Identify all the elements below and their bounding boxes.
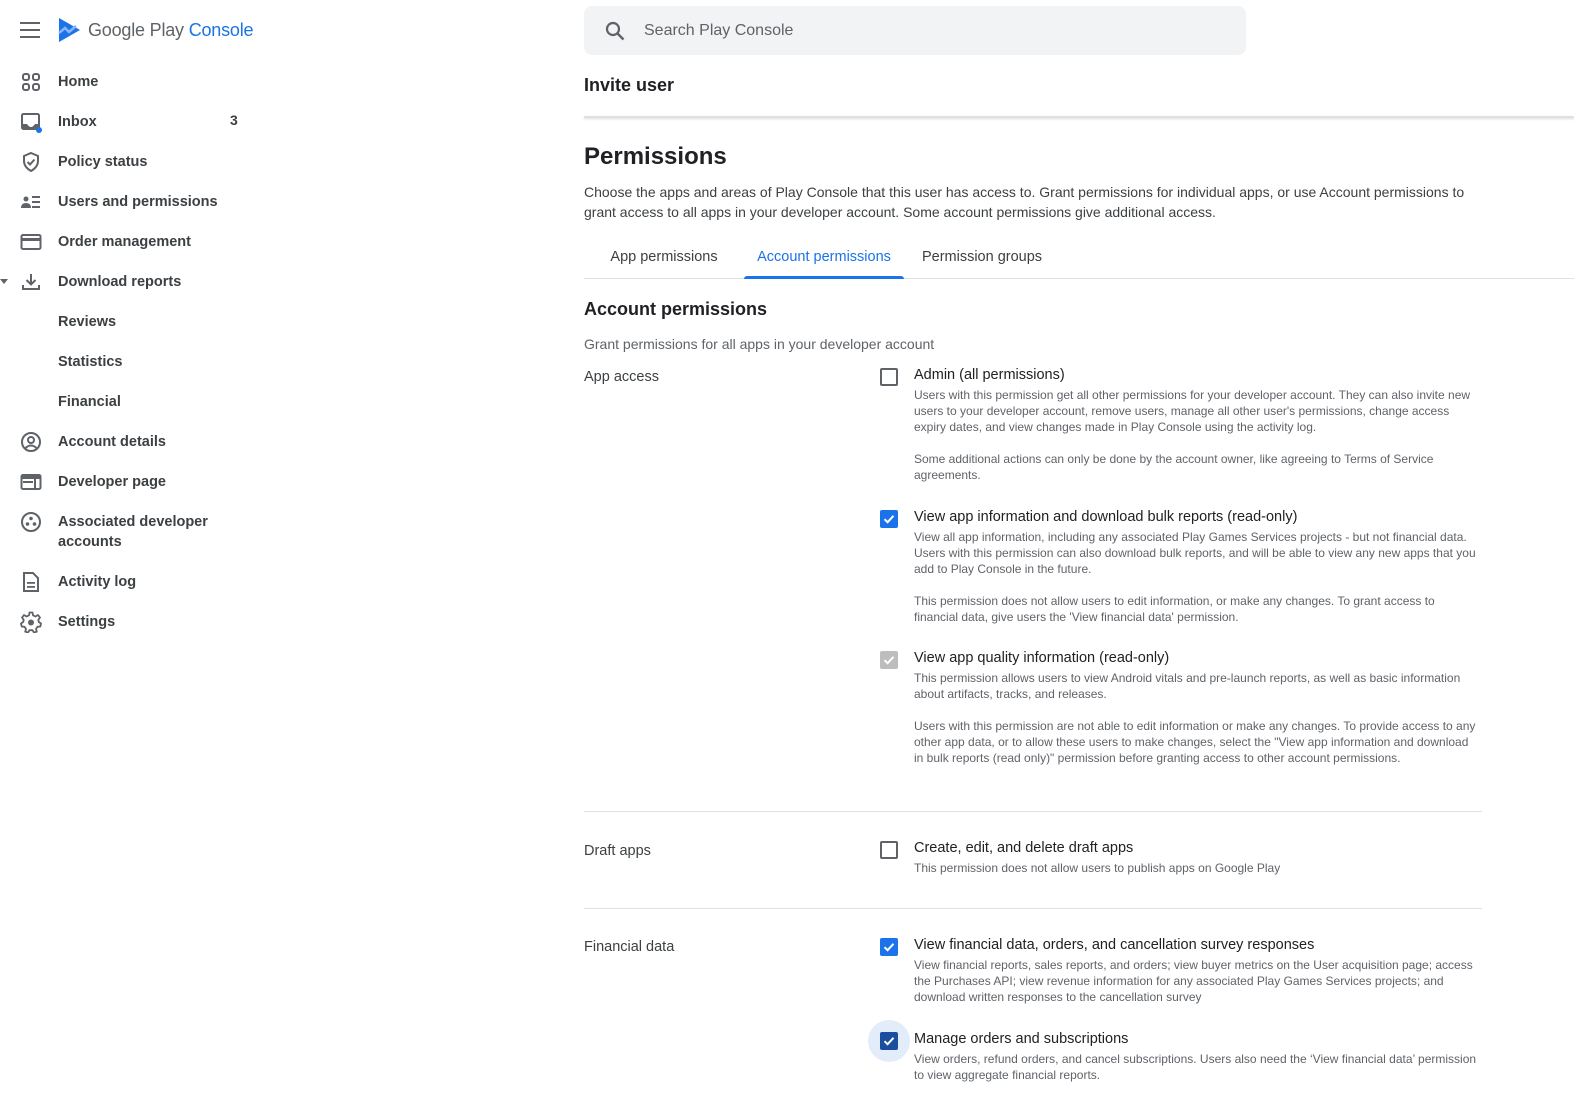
sidebar-item-label: Home [58, 74, 99, 90]
view-app-quality-checkbox [880, 651, 898, 669]
header-divider [584, 116, 1574, 118]
permission-description-paragraph: Users with this permission are not able … [914, 719, 1476, 765]
permissions-tabs: App permissions Account permissions Perm… [584, 240, 1574, 279]
hamburger-menu-icon[interactable] [20, 22, 40, 38]
checkmark-icon [883, 515, 895, 524]
manage-orders-checkbox[interactable] [880, 1032, 898, 1050]
users-list-icon [21, 196, 40, 208]
sidebar-item-home[interactable]: Home [0, 62, 280, 102]
download-icon [22, 274, 40, 290]
permission-description: Users with this permission get all other… [914, 387, 1480, 483]
tab-account-permissions[interactable]: Account permissions [744, 240, 904, 279]
sidebar-item-label: Activity log [58, 574, 137, 590]
group-label-draft-apps: Draft apps [584, 843, 651, 859]
admin-checkbox[interactable] [880, 368, 898, 386]
sidebar-item-developer-page[interactable]: Developer page [0, 462, 280, 502]
brand-google-play: Google Play [88, 19, 184, 40]
view-app-info-checkbox[interactable] [880, 510, 898, 528]
permission-description-paragraph: View all app information, including any … [914, 530, 1476, 576]
sidebar-item-users-and-permissions[interactable]: Users and permissions [0, 182, 280, 222]
sidebar-item-financial[interactable]: Financial [0, 382, 280, 422]
sidebar-item-label: Users and permissions [58, 194, 218, 210]
brand-console: Console [188, 19, 254, 40]
web-page-icon [20, 474, 42, 490]
sidebar-item-label: Associated developer accounts [58, 514, 208, 550]
credit-card-icon [20, 234, 42, 250]
sidebar-item-label: Account details [58, 434, 166, 450]
page-title: Invite user [584, 75, 675, 95]
tab-permission-groups[interactable]: Permission groups [904, 240, 1060, 278]
permission-description-paragraph: View financial reports, sales reports, a… [914, 958, 1473, 1004]
sidebar-item-label: Financial [58, 394, 121, 410]
permission-description: This permission does not allow users to … [914, 860, 1480, 876]
tab-app-permissions[interactable]: App permissions [584, 240, 744, 278]
permission-description-paragraph: This permission does not allow users to … [914, 594, 1435, 624]
permission-name: Create, edit, and delete draft apps [914, 840, 1134, 856]
sidebar-item-label: Reviews [58, 314, 117, 330]
group-label-financial-data: Financial data [584, 939, 675, 955]
permission-description-paragraph: View orders, refund orders, and cancel s… [914, 1052, 1477, 1082]
group-divider [584, 908, 1482, 909]
sidebar-item-label: Inbox [58, 114, 97, 130]
permission-description: View orders, refund orders, and cancel s… [914, 1051, 1480, 1083]
sidebar: Google Play Console Home Inbox 3 Policy … [0, 0, 280, 1108]
checkmark-icon [883, 1037, 895, 1046]
permissions-description: Choose the apps and areas of Play Consol… [584, 184, 1465, 220]
account-permissions-heading: Account permissions [584, 299, 768, 319]
sidebar-item-label: Statistics [58, 354, 123, 370]
permissions-heading: Permissions [584, 143, 727, 170]
workspaces-icon [21, 512, 41, 532]
document-icon [23, 572, 39, 592]
permission-name: View financial data, orders, and cancell… [914, 937, 1315, 953]
inbox-icon [21, 113, 42, 133]
sidebar-item-label: Order management [58, 234, 191, 250]
sidebar-item-inbox[interactable]: Inbox 3 [0, 102, 280, 142]
sidebar-item-label: Policy status [58, 154, 148, 170]
search-bar[interactable] [584, 6, 1246, 55]
permission-name: Manage orders and subscriptions [914, 1031, 1129, 1047]
permission-description-paragraph: This permission does not allow users to … [914, 861, 1281, 875]
shield-check-icon [23, 151, 39, 173]
draft-apps-checkbox[interactable] [880, 841, 898, 859]
group-label-app-access: App access [584, 369, 659, 385]
sidebar-item-account-details[interactable]: Account details [0, 422, 280, 462]
permission-description-paragraph: This permission allows users to view And… [914, 671, 1461, 701]
group-divider [584, 811, 1482, 812]
permission-description-paragraph: Users with this permission get all other… [914, 388, 1471, 434]
view-financial-data-checkbox[interactable] [880, 938, 898, 956]
sidebar-item-download-reports[interactable]: Download reports [0, 262, 280, 302]
sidebar-item-policy-status[interactable]: Policy status [0, 142, 280, 182]
sidebar-item-associated-developer-accounts[interactable]: Associated developer accounts [0, 502, 280, 562]
sidebar-item-statistics[interactable]: Statistics [0, 342, 280, 382]
sidebar-nav: Home Inbox 3 Policy status Users and per… [0, 62, 280, 642]
checkmark-icon [883, 656, 895, 665]
sidebar-item-activity-log[interactable]: Activity log [0, 562, 280, 602]
permission-name: View app quality information (read-only) [914, 650, 1170, 666]
permission-name: Admin (all permissions) [914, 367, 1065, 383]
sidebar-item-label: Developer page [58, 474, 166, 490]
brand-title[interactable]: Google Play Console [88, 19, 254, 41]
search-input[interactable] [644, 21, 1204, 40]
sidebar-item-settings[interactable]: Settings [0, 602, 280, 642]
account-permissions-subtitle: Grant permissions for all apps in your d… [584, 336, 935, 352]
play-console-logo-icon [58, 18, 80, 42]
sidebar-item-order-management[interactable]: Order management [0, 222, 280, 262]
permission-description: This permission allows users to view And… [914, 670, 1480, 766]
inbox-count-badge: 3 [230, 112, 238, 128]
sidebar-item-label: Settings [58, 614, 116, 630]
gear-icon [20, 611, 42, 633]
account-circle-icon [21, 432, 41, 452]
brand-header: Google Play Console [20, 14, 254, 46]
sidebar-item-label: Download reports [58, 274, 182, 290]
permission-description-paragraph: Some additional actions can only be done… [914, 452, 1434, 482]
permission-description: View financial reports, sales reports, a… [914, 957, 1480, 1005]
expand-caret-icon[interactable] [0, 279, 8, 284]
home-grid-icon [22, 73, 40, 91]
search-icon [605, 21, 625, 40]
sidebar-item-reviews[interactable]: Reviews [0, 302, 280, 342]
permission-description: View all app information, including any … [914, 529, 1480, 625]
permission-name: View app information and download bulk r… [914, 509, 1298, 525]
checkmark-icon [883, 943, 895, 952]
